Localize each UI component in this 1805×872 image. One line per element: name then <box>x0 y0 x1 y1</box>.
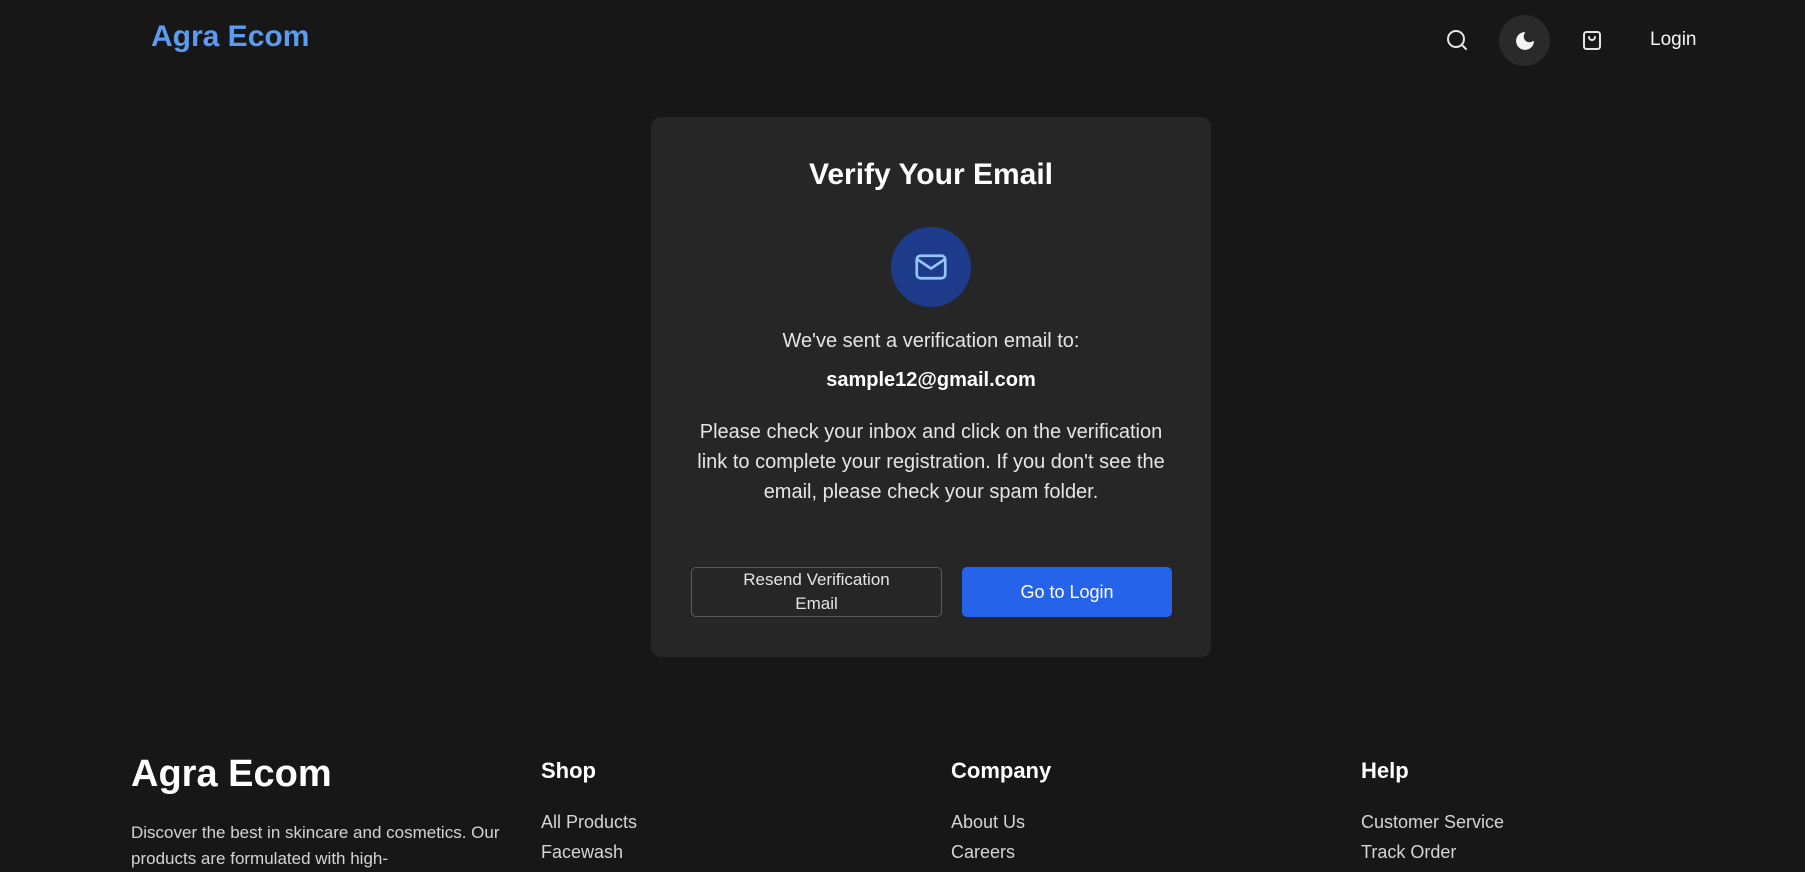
cart-button[interactable] <box>1572 20 1612 60</box>
footer-column-title: Shop <box>541 758 596 783</box>
sent-message: We've sent a verification email to: <box>782 330 1080 352</box>
shopping-bag-icon <box>1583 31 1601 50</box>
footer-column-company: Company About Us Careers <box>951 758 1051 872</box>
page-title: Verify Your Email <box>809 158 1053 191</box>
brand-logo[interactable]: Agra Ecom <box>151 20 309 54</box>
moon-icon <box>1515 31 1534 50</box>
site-header: Agra Ecom Login <box>0 0 1805 80</box>
resend-verification-button[interactable]: Resend Verification Email <box>691 567 942 617</box>
header-login-link[interactable]: Login <box>1650 29 1697 51</box>
footer-description: Discover the best in skincare and cosmet… <box>131 823 500 868</box>
footer-column-shop: Shop All Products Facewash <box>541 758 637 872</box>
search-button[interactable] <box>1437 20 1477 60</box>
go-to-login-button[interactable]: Go to Login <box>962 567 1172 617</box>
footer-column-title: Help <box>1361 758 1409 783</box>
footer-link[interactable]: All Products <box>541 812 637 842</box>
verification-instructions: Please check your inbox and click on the… <box>697 421 1165 503</box>
mail-icon-badge <box>891 227 971 307</box>
footer-brand: Agra Ecom <box>131 753 332 795</box>
footer-link[interactable]: About Us <box>951 812 1051 842</box>
email-address: sample12@gmail.com <box>826 369 1036 391</box>
verify-email-card: Verify Your Email We've sent a verificat… <box>651 117 1211 657</box>
theme-toggle-button[interactable] <box>1499 15 1550 66</box>
footer-column-help: Help Customer Service Track Order <box>1361 758 1504 872</box>
mail-icon <box>915 254 947 280</box>
search-icon <box>1447 30 1467 50</box>
footer-column-title: Company <box>951 758 1052 783</box>
footer-link[interactable]: Customer Service <box>1361 812 1504 842</box>
